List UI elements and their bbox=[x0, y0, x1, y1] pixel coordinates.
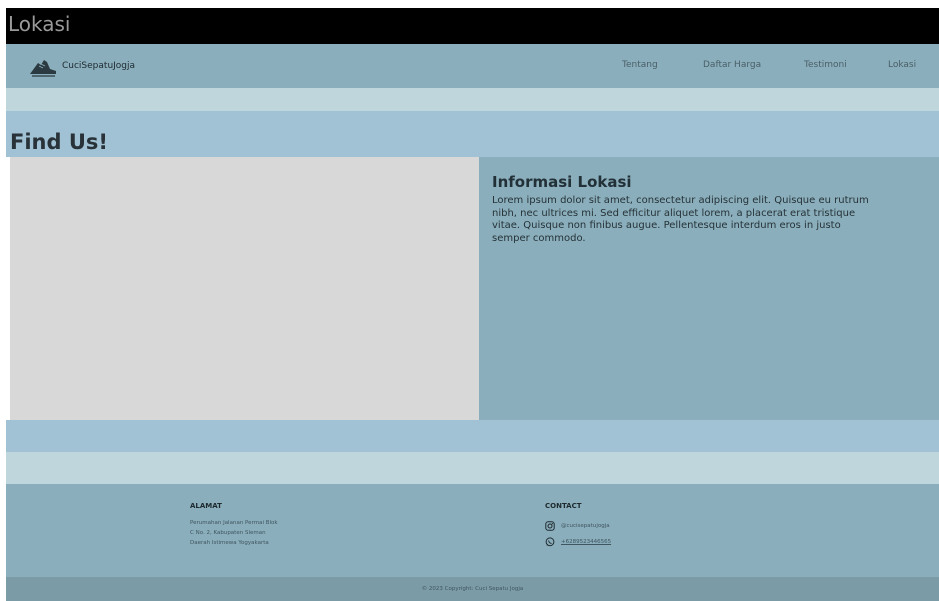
window-title: Lokasi bbox=[8, 12, 71, 36]
address-heading: ALAMAT bbox=[190, 502, 222, 510]
location-info-title: Informasi Lokasi bbox=[492, 173, 632, 191]
navbar: CuciSepatuJogja Tentang Daftar Harga Tes… bbox=[6, 44, 939, 88]
address-line: Perumahan Jalanan Permai Blok bbox=[190, 520, 278, 526]
window-title-bar: Lokasi bbox=[6, 8, 939, 44]
copyright-bar: © 2023 Copyright: Cuci Sepatu Jogja bbox=[6, 577, 939, 601]
whatsapp-contact[interactable]: +6289523446565 bbox=[545, 534, 611, 550]
page: Lokasi CuciSepatuJogja Tentang Daftar Ha… bbox=[6, 8, 939, 601]
nav-item-lokasi[interactable]: Lokasi bbox=[888, 60, 916, 70]
whatsapp-icon bbox=[545, 537, 555, 547]
address-line: Daerah Istimewa Yogyakarta bbox=[190, 540, 269, 546]
nav-item-daftar-harga[interactable]: Daftar Harga bbox=[703, 60, 761, 70]
nav-item-testimoni[interactable]: Testimoni bbox=[804, 60, 847, 70]
location-info-text: Lorem ipsum dolor sit amet, consectetur … bbox=[492, 195, 869, 244]
footer-address: ALAMAT Perumahan Jalanan Permai Blok C N… bbox=[190, 502, 278, 548]
contact-heading: CONTACT bbox=[545, 502, 582, 510]
location-info-panel: Informasi Lokasi Lorem ipsum dolor sit a… bbox=[479, 157, 939, 420]
copyright-text: © 2023 Copyright: Cuci Sepatu Jogja bbox=[421, 586, 524, 592]
instagram-contact[interactable]: @cucisepatujogja bbox=[545, 518, 611, 534]
nav-item-tentang[interactable]: Tentang bbox=[622, 60, 658, 70]
address-line: C No. 2, Kabupaten Sleman bbox=[190, 530, 266, 536]
brand-link[interactable]: CuciSepatuJogja bbox=[28, 52, 135, 80]
map-placeholder[interactable] bbox=[10, 157, 479, 420]
page-heading: Find Us! bbox=[10, 130, 108, 154]
heading-band bbox=[6, 111, 939, 157]
instagram-icon bbox=[545, 521, 555, 531]
whatsapp-number-link[interactable]: +6289523446565 bbox=[561, 539, 611, 545]
spacer-band bbox=[6, 420, 939, 452]
spacer-band bbox=[6, 88, 939, 111]
brand-name: CuciSepatuJogja bbox=[62, 61, 136, 71]
footer: ALAMAT Perumahan Jalanan Permai Blok C N… bbox=[6, 484, 939, 577]
spacer-band bbox=[6, 452, 939, 484]
footer-contact: CONTACT @cucisepatujogja +6289523446565 bbox=[545, 502, 611, 550]
instagram-handle: @cucisepatujogja bbox=[561, 523, 610, 529]
shoe-icon bbox=[30, 60, 56, 77]
